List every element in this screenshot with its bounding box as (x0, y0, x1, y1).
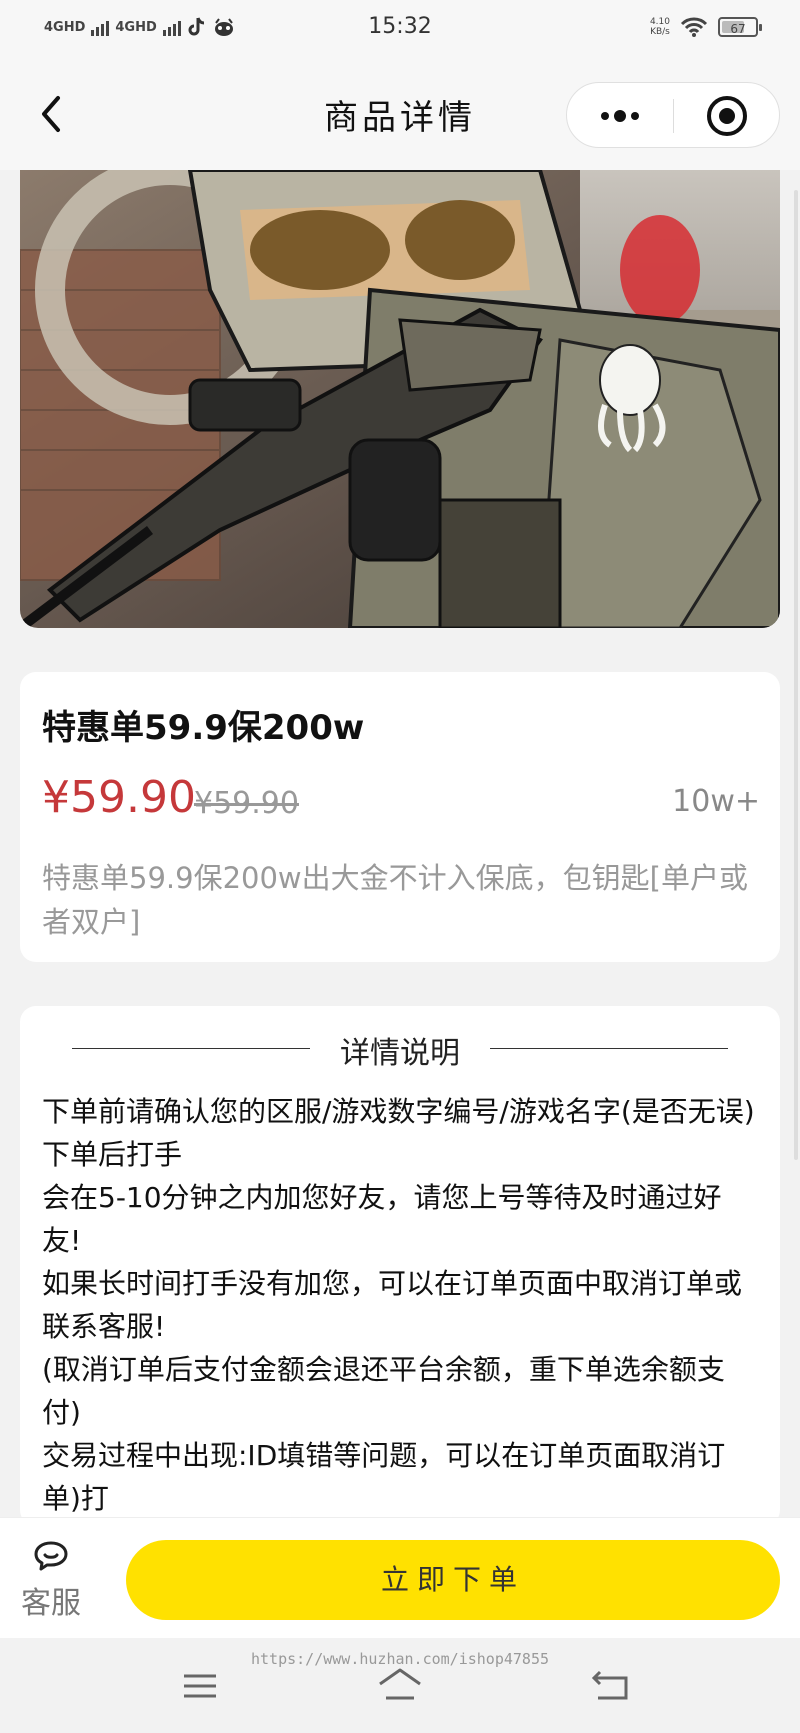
battery-icon: 67 (718, 17, 762, 37)
chat-icon (34, 1541, 68, 1571)
nav-bar: 商品详情 (0, 60, 800, 170)
network-speed: 4.10 KB/s (650, 17, 670, 37)
more-options-icon[interactable] (567, 83, 673, 149)
customer-service-label: 客服 (21, 1586, 81, 1621)
capsule-divider (673, 99, 674, 133)
back-nav-icon[interactable] (588, 1670, 632, 1704)
network-speed-value: 4.10 (649, 17, 670, 27)
wifi-icon (680, 17, 708, 37)
product-description: 特惠单59.9保200w出大金不计入保底，包钥匙[单户或者双户] (42, 861, 748, 939)
system-nav-bar: https://www.huzhan.com/ishop47855 (0, 1638, 800, 1733)
product-image (20, 170, 780, 628)
menu-icon[interactable] (180, 1670, 220, 1702)
product-name: 特惠单59.9保200w (42, 708, 365, 748)
battery-level: 67 (730, 22, 746, 36)
bottom-action-bar: 客服 立即下单 (0, 1517, 800, 1639)
details-paragraph: 如果长时间打手没有加您，可以在订单页面中取消订单或联系客服! (42, 1267, 743, 1343)
details-card: 详情说明 下单前请确认您的区服/游戏数字编号/游戏名字(是否无误)下单后打手 会… (20, 1006, 780, 1517)
scrollbar[interactable] (794, 190, 798, 1160)
product-info-card: 特惠单59.9保200w ¥59.90 ¥59.90 10w+ 特惠单59.9保… (20, 672, 780, 962)
sales-count: 10w+ (672, 784, 760, 819)
details-paragraph: 会在5-10分钟之内加您好友，请您上号等待及时通过好友! (42, 1181, 722, 1257)
section-divider-right (490, 1048, 728, 1049)
customer-service-button[interactable]: 客服 (16, 1540, 86, 1622)
close-mini-program-icon[interactable] (707, 96, 747, 136)
status-bar: 4GHD 4GHD 15:32 4.10 KB/s 67 (0, 0, 800, 60)
soldier-illustration (20, 170, 780, 628)
network-speed-unit: KB/s (650, 27, 670, 37)
mini-program-capsule (566, 82, 780, 148)
status-right: 4.10 KB/s 67 (650, 16, 762, 38)
product-price: ¥59.90 (42, 772, 196, 823)
details-paragraph: 下单前请确认您的区服/游戏数字编号/游戏名字(是否无误)下单后打手 (42, 1095, 755, 1171)
buy-now-button[interactable]: 立即下单 (126, 1540, 780, 1620)
main-content[interactable]: 特惠单59.9保200w ¥59.90 ¥59.90 10w+ 特惠单59.9保… (0, 170, 800, 1517)
details-body: 下单前请确认您的区服/游戏数字编号/游戏名字(是否无误)下单后打手 会在5-10… (42, 1090, 758, 1517)
details-paragraph: (取消订单后支付金额会退还平台余额，重下单选余额支付) (42, 1353, 725, 1429)
details-section-title: 详情说明 (340, 1036, 460, 1071)
original-price: ¥59.90 (194, 786, 299, 821)
home-icon[interactable] (376, 1664, 424, 1704)
details-paragraph: 交易过程中出现:ID填错等问题，可以在订单页面取消订单)打 (42, 1439, 726, 1515)
